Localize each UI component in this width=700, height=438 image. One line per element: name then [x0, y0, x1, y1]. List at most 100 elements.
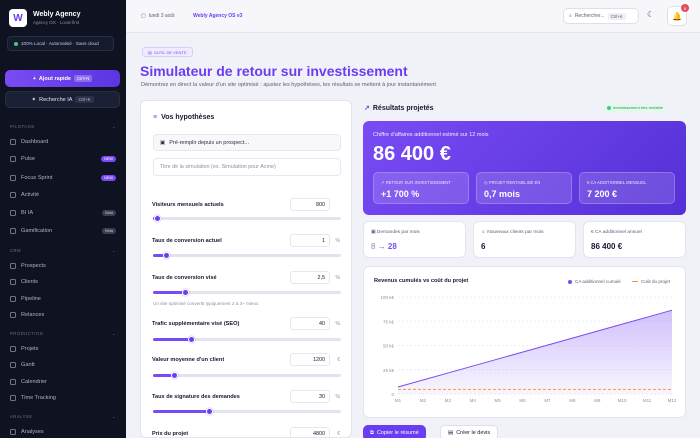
section-pilotage[interactable]: PILOTAGE ⌄	[10, 124, 116, 129]
field-value-input[interactable]: 2,5	[290, 271, 330, 284]
sidebar-item-dashboard[interactable]: Dashboard	[10, 135, 120, 148]
x-tick-label: M7	[544, 398, 551, 403]
field-slider[interactable]	[153, 336, 341, 343]
field-value-input[interactable]: 4800	[290, 427, 330, 437]
sidebar-item-projets[interactable]: Projets	[10, 342, 120, 355]
ai-search-button[interactable]: ✦ Recherche IA Ctrl+K	[5, 91, 120, 108]
slider-fill	[153, 410, 210, 413]
field-taux-signature: Taux de signature des demandes 30 %	[152, 390, 342, 415]
slider-thumb[interactable]	[153, 215, 161, 222]
sidebar-item-bi-ia[interactable]: BI IA Beta	[10, 206, 120, 219]
sidebar-item-gamification[interactable]: Gamification Beta	[10, 224, 120, 237]
copy-summary-button[interactable]: ⧉ Copier le résumé	[363, 425, 426, 438]
y-tick-label: 100 k€	[380, 295, 394, 300]
slider-thumb[interactable]	[206, 408, 214, 415]
x-tick-label: M11	[643, 398, 652, 403]
roi-label: ↗ RETOUR SUR INVESTISSEMENT	[381, 180, 451, 185]
field-slider[interactable]	[153, 252, 341, 259]
roi-card: ↗ RETOUR SUR INVESTISSEMENT +1 700 %	[373, 172, 469, 204]
tag-icon: ▤	[148, 49, 152, 55]
sidebar-item-calendrier[interactable]: Calendrier	[10, 375, 120, 388]
hero-label: Chiffre d'affaires additionnel estimé su…	[373, 132, 489, 138]
quick-add-button[interactable]: + Ajout rapide Ctrl+N	[5, 70, 120, 87]
slider-fill	[153, 338, 191, 341]
field-slider[interactable]	[153, 408, 341, 415]
x-tick-label: M1	[395, 398, 402, 403]
x-tick-label: M5	[495, 398, 502, 403]
sidebar-item-relances[interactable]: Relances	[10, 308, 120, 321]
theme-toggle-moon-icon[interactable]: ☾	[647, 10, 654, 19]
chart-plot: 0 25 k€ 50 k€ 75 k€ 100 k€ M1 M2 M3 M4 M5 M6 M7 M8 M9…	[380, 295, 676, 403]
section-analyse[interactable]: ANALYSE ⌄	[10, 414, 116, 419]
notification-count: 8	[681, 4, 689, 12]
simulation-title-input[interactable]: Titre de la simulation (ex. Simulation p…	[153, 158, 341, 176]
sidebar-item-label: Calendrier	[21, 378, 47, 385]
calendar-icon: ▢	[141, 13, 146, 19]
field-unit: %	[335, 275, 340, 281]
sidebar-item-label: Analyses	[21, 428, 44, 435]
field-value-input[interactable]: 40	[290, 317, 330, 330]
field-value-input[interactable]: 1200	[290, 353, 330, 366]
slider-thumb[interactable]	[170, 372, 178, 379]
global-search[interactable]: ⌕ Rechercher... Ctrl+K	[563, 8, 639, 24]
sidebar-item-activite[interactable]: Activité	[10, 188, 120, 201]
sidebar-item-pulse[interactable]: Pulse NEW	[10, 152, 120, 165]
status-dot-icon	[14, 41, 18, 46]
field-prix-projet: Prix du projet 4800 €	[152, 427, 342, 437]
field-value: 1	[322, 237, 325, 244]
field-unit: €	[337, 431, 340, 437]
slider-thumb[interactable]	[163, 252, 171, 259]
users-icon	[10, 262, 16, 269]
target-icon	[10, 174, 16, 181]
field-unit: %	[335, 394, 340, 400]
sidebar-item-label: Prospects	[21, 262, 46, 269]
section-label: PRODUCTION	[10, 331, 44, 336]
x-tick-label: M9	[594, 398, 601, 403]
revenue-hero-card: Chiffre d'affaires additionnel estimé su…	[363, 121, 686, 215]
sliders-icon: ≡	[153, 114, 158, 121]
section-production[interactable]: PRODUCTION ⌄	[10, 331, 116, 336]
field-unit: %	[335, 238, 340, 244]
local-status-pill: 100% Local · Automatisé · Sans cloud	[7, 36, 114, 51]
brand[interactable]: W Webly Agency Agency OS · Local-first	[9, 9, 80, 27]
sidebar-item-pipeline[interactable]: Pipeline	[10, 292, 120, 305]
clients-value: 6	[481, 242, 486, 251]
sidebar-item-time-tracking[interactable]: Time Tracking	[10, 391, 120, 404]
profitability-badge: Investissement très rentable	[603, 103, 668, 112]
sidebar-item-analyses[interactable]: Analyses	[10, 425, 120, 438]
field-value: 800	[316, 201, 325, 208]
panel-title: ≡ Vos hypothèses	[153, 114, 214, 121]
field-slider[interactable]	[153, 289, 341, 296]
field-value-input[interactable]: 800	[290, 198, 330, 211]
y-tick-label: 50 k€	[383, 344, 395, 349]
dashboard-icon	[10, 138, 16, 145]
create-quote-button[interactable]: ▤ Créer le devis	[440, 425, 499, 438]
notifications-button[interactable]: 🔔 8	[667, 4, 689, 26]
field-slider[interactable]	[153, 372, 341, 379]
activity-icon	[10, 191, 16, 198]
slider-thumb[interactable]	[181, 289, 189, 296]
status-dot-icon	[607, 105, 611, 110]
sidebar-item-focus-sprint[interactable]: Focus Sprint NEW	[10, 171, 120, 184]
x-tick-label: M4	[470, 398, 477, 403]
bell-icon: 🔔	[672, 11, 682, 21]
sidebar-item-gantt[interactable]: Gantt	[10, 358, 120, 371]
profitability-badge-text: Investissement très rentable	[613, 105, 664, 110]
gantt-icon	[10, 361, 16, 368]
prefill-prospect-select[interactable]: ▣ Pré-remplir depuis un prospect...	[153, 134, 341, 151]
field-slider[interactable]	[153, 215, 341, 222]
section-crm[interactable]: CRM ⌄	[10, 248, 116, 253]
demandes-card: ▣ Demandes par mois 8 → 28	[363, 221, 466, 258]
revenue-area	[398, 310, 672, 394]
y-tick-label: 25 k€	[383, 368, 395, 373]
field-value-input[interactable]: 30	[290, 390, 330, 403]
field-valeur-client: Valeur moyenne d'un client 1200 €	[152, 353, 342, 379]
sidebar: W Webly Agency Agency OS · Local-first 1…	[0, 0, 126, 438]
sidebar-item-prospects[interactable]: Prospects	[10, 259, 120, 272]
sidebar-item-clients[interactable]: Clients	[10, 275, 120, 288]
field-value-input[interactable]: 1	[290, 234, 330, 247]
quick-add-label: Ajout rapide	[38, 75, 71, 82]
slider-thumb[interactable]	[187, 336, 195, 343]
pipeline-icon	[10, 295, 16, 302]
field-hint: Un site optimisé convertit typiquement 2…	[153, 301, 259, 306]
